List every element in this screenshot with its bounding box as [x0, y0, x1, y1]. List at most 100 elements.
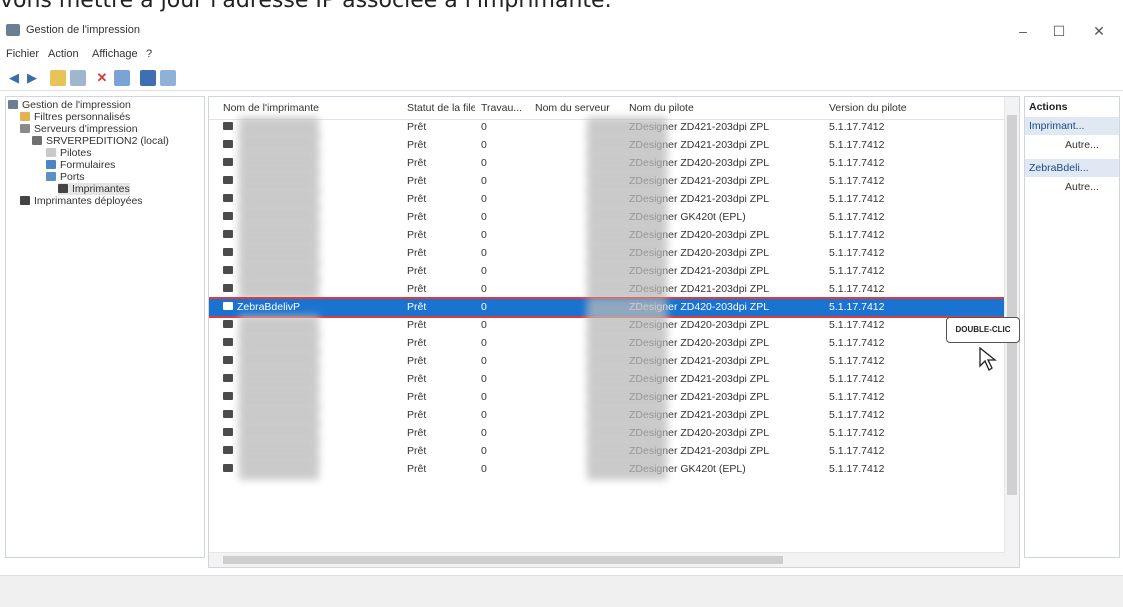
back-arrow-icon[interactable]: ◀: [6, 70, 22, 86]
printer-list: Nom de l'imprimante Statut de la file...…: [208, 96, 1020, 568]
printer-icon: [223, 302, 233, 310]
actions-more-selected-printer[interactable]: Autre...: [1065, 181, 1099, 193]
menu-affichage[interactable]: Affichage: [92, 48, 138, 60]
table-row[interactable]: Prêt 0 ZDesigner ZD421-203dpi ZPL 5.1.17.74…: [209, 279, 1009, 300]
table-row[interactable]: Prêt 0 ZDesigner ZD420-203dpi ZPL 5.1.17.74…: [209, 153, 1009, 174]
cell-version: 5.1.17.7412: [829, 265, 885, 277]
cell-status: Prêt: [407, 409, 427, 421]
table-row[interactable]: Prêt 0 ZDesigner ZD421-203dpi ZPL 5.1.17.74…: [209, 405, 1009, 426]
table-row[interactable]: Prêt 0 ZDesigner ZD420-203dpi ZPL 5.1.17.74…: [209, 333, 1009, 354]
selected-printer-row[interactable]: ZebraBdelivP Prêt 0 ZDesigner ZD420-203dpi …: [209, 297, 1011, 318]
printer-icon: [223, 392, 233, 400]
cell-jobs: 0: [481, 337, 487, 349]
tree-item-forms[interactable]: Formulaires: [46, 159, 115, 171]
cell-jobs: 0: [481, 427, 487, 439]
tree-item-filters[interactable]: Filtres personnalisés: [20, 111, 130, 123]
cell-status: Prêt: [407, 211, 427, 223]
table-row[interactable]: Prêt 0 ZDesigner ZD420-203dpi ZPL 5.1.17.74…: [209, 423, 1009, 444]
table-row[interactable]: Prêt 0 ZDesigner ZD421-203dpi ZPL 5.1.17.74…: [209, 189, 1009, 210]
cell-printer-name: ZebraBdelivP: [223, 301, 373, 313]
table-row[interactable]: Prêt 0 ZDesigner ZD421-203dpi ZPL 5.1.17.74…: [209, 369, 1009, 390]
tree-item-local-server[interactable]: SRVERPEDITION2 (local): [32, 135, 169, 147]
horizontal-scroll-thumb[interactable]: [223, 556, 783, 564]
printer-icon: [223, 464, 233, 472]
table-row[interactable]: Prêt 0 ZDesigner GK420t (EPL) 5.1.17.7412: [209, 207, 1009, 228]
column-driver-name[interactable]: Nom du pilote: [629, 102, 809, 114]
menu-action[interactable]: Action: [48, 48, 79, 60]
cell-version: 5.1.17.7412: [829, 391, 885, 403]
tree-item-drivers[interactable]: Pilotes: [46, 147, 92, 159]
table-row[interactable]: Prêt 0 ZDesigner ZD420-203dpi ZPL 5.1.17.74…: [209, 243, 1009, 264]
cell-status: Prêt: [407, 445, 427, 457]
printer-icon: [223, 122, 233, 130]
filter-icon: [20, 112, 30, 121]
column-server-name[interactable]: Nom du serveur: [535, 102, 617, 114]
column-jobs[interactable]: Travau...: [481, 102, 527, 114]
cell-status: Prêt: [407, 247, 427, 259]
printer-icon: [223, 194, 233, 202]
cell-jobs: 0: [481, 121, 487, 133]
printer-icon: [223, 446, 233, 454]
cell-status: Prêt: [407, 391, 427, 403]
show-hide-tree-icon[interactable]: [70, 70, 86, 86]
tree-item-servers[interactable]: Serveurs d'impression: [20, 123, 138, 135]
cell-version: 5.1.17.7412: [829, 409, 885, 421]
cell-version: 5.1.17.7412: [829, 337, 885, 349]
folder-up-icon[interactable]: [50, 70, 66, 86]
table-row[interactable]: Prêt 0 ZDesigner ZD421-203dpi ZPL 5.1.17.74…: [209, 351, 1009, 372]
tree-item-root[interactable]: Gestion de l'impression: [8, 99, 131, 111]
cell-status: Prêt: [407, 229, 427, 241]
port-icon: [46, 172, 56, 181]
cell-version: 5.1.17.7412: [829, 157, 885, 169]
cell-version: 5.1.17.7412: [829, 175, 885, 187]
cell-status: Prêt: [407, 157, 427, 169]
printer-icon: [58, 184, 68, 193]
menu-help[interactable]: ?: [146, 48, 152, 60]
horizontal-scrollbar[interactable]: [209, 552, 1005, 567]
cell-version: 5.1.17.7412: [829, 121, 885, 133]
table-row[interactable]: Prêt 0 ZDesigner ZD420-203dpi ZPL 5.1.17.74…: [209, 315, 1009, 336]
cell-version: 5.1.17.7412: [829, 211, 885, 223]
cell-status: Prêt: [407, 139, 427, 151]
forward-arrow-icon[interactable]: ▶: [24, 70, 40, 86]
refresh-icon[interactable]: [114, 70, 130, 86]
server-icon: [32, 136, 42, 145]
table-row[interactable]: Prêt 0 ZDesigner ZD421-203dpi ZPL 5.1.17.74…: [209, 387, 1009, 408]
help-icon[interactable]: [160, 70, 176, 86]
column-printer-name[interactable]: Nom de l'imprimante: [223, 102, 373, 114]
cell-jobs: 0: [481, 319, 487, 331]
cell-version: 5.1.17.7412: [829, 463, 885, 475]
cell-version: 5.1.17.7412: [829, 139, 885, 151]
tree-item-deployed-printers[interactable]: Imprimantes déployées: [20, 195, 143, 207]
cell-status: Prêt: [407, 283, 427, 295]
tree-item-printers[interactable]: Imprimantes: [58, 183, 130, 195]
table-row[interactable]: Prêt 0 ZDesigner ZD420-203dpi ZPL 5.1.17.74…: [209, 225, 1009, 246]
cell-status: Prêt: [407, 319, 427, 331]
table-row[interactable]: Prêt 0 ZDesigner ZD421-203dpi ZPL 5.1.17.74…: [209, 171, 1009, 192]
column-queue-status[interactable]: Statut de la file...: [407, 102, 475, 114]
maximize-button[interactable]: ☐: [1044, 20, 1074, 42]
caption-text: vons mettre à jour l'adresse IP associée…: [0, 0, 612, 13]
close-button[interactable]: ✕: [1084, 20, 1114, 42]
tree-item-ports[interactable]: Ports: [46, 171, 85, 183]
scroll-thumb[interactable]: [1007, 115, 1017, 495]
properties-icon[interactable]: [140, 70, 156, 86]
table-row[interactable]: Prêt 0 ZDesigner ZD421-203dpi ZPL 5.1.17.74…: [209, 117, 1009, 138]
cell-version: 5.1.17.7412: [829, 283, 885, 295]
actions-section-printers[interactable]: Imprimant...: [1025, 117, 1119, 135]
actions-more-printers[interactable]: Autre...: [1065, 139, 1099, 151]
table-row[interactable]: Prêt 0 ZDesigner GK420t (EPL) 5.1.17.7412: [209, 459, 1009, 480]
cell-version: 5.1.17.7412: [829, 319, 885, 331]
cell-status: Prêt: [407, 265, 427, 277]
cell-jobs: 0: [481, 157, 487, 169]
table-row[interactable]: Prêt 0 ZDesigner ZD421-203dpi ZPL 5.1.17.74…: [209, 261, 1009, 282]
table-row[interactable]: Prêt 0 ZDesigner ZD421-203dpi ZPL 5.1.17.74…: [209, 441, 1009, 462]
cell-status: Prêt: [407, 193, 427, 205]
actions-section-selected-printer[interactable]: ZebraBdeli...: [1025, 159, 1119, 177]
print-management-icon: [6, 24, 20, 36]
delete-icon[interactable]: ✕: [94, 70, 110, 86]
menu-fichier[interactable]: Fichier: [6, 48, 39, 60]
column-driver-version[interactable]: Version du pilote: [829, 102, 949, 114]
table-row[interactable]: Prêt 0 ZDesigner ZD421-203dpi ZPL 5.1.17.74…: [209, 135, 1009, 156]
minimize-button[interactable]: –: [1008, 20, 1038, 42]
